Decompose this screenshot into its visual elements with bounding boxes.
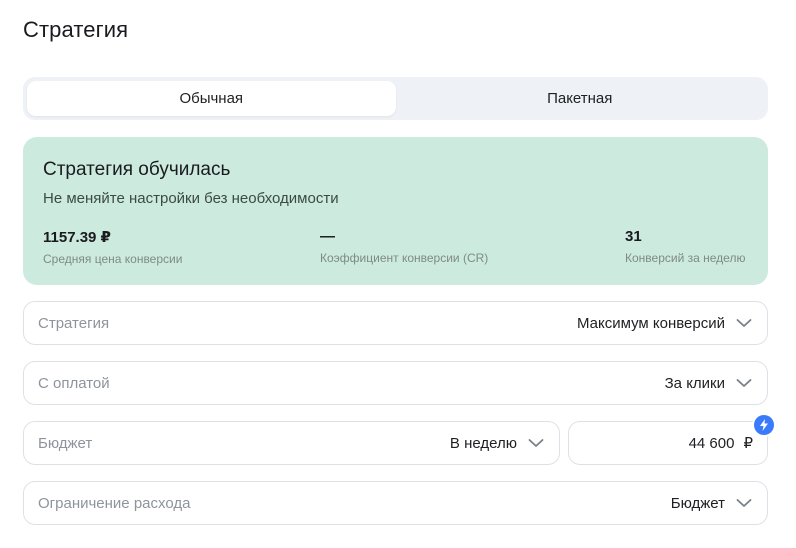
status-subtitle: Не меняйте настройки без необходимости bbox=[43, 190, 339, 207]
currency-symbol: ₽ bbox=[743, 435, 753, 452]
stat-conversion-rate: — Коэффициент конверсии (CR) bbox=[320, 228, 488, 265]
stat-value: 1157.39 ₽ bbox=[43, 229, 111, 246]
tab-batch[interactable]: Пакетная bbox=[396, 81, 765, 116]
stat-value: 31 bbox=[625, 228, 642, 245]
stat-avg-conversion-price: 1157.39 ₽ Средняя цена конверсии bbox=[43, 228, 182, 266]
strategy-status-card: Стратегия обучилась Не меняйте настройки… bbox=[23, 137, 768, 285]
budget-amount-input[interactable]: 44 600 ₽ bbox=[568, 421, 768, 465]
strategy-select-label: Стратегия bbox=[38, 314, 110, 332]
strategy-type-switch: Обычная Пакетная bbox=[23, 77, 768, 120]
payment-select[interactable]: С оплатой За клики bbox=[23, 361, 768, 405]
chevron-down-icon bbox=[527, 434, 545, 452]
stat-value: — bbox=[320, 228, 335, 245]
strategy-select[interactable]: Стратегия Максимум конверсий bbox=[23, 301, 768, 345]
strategy-select-value: Максимум конверсий bbox=[576, 314, 725, 332]
budget-select-label: Бюджет bbox=[38, 434, 93, 452]
status-title: Стратегия обучилась bbox=[43, 159, 231, 180]
stat-weekly-conversions: 31 Конверсий за неделю bbox=[625, 228, 745, 265]
budget-amount-value: 44 600 bbox=[688, 434, 735, 452]
stat-label: Конверсий за неделю bbox=[625, 251, 746, 265]
payment-select-label: С оплатой bbox=[38, 374, 110, 392]
spend-limit-label: Ограничение расхода bbox=[38, 494, 191, 512]
tab-regular[interactable]: Обычная bbox=[27, 81, 396, 116]
page-title: Стратегия bbox=[23, 17, 129, 42]
chevron-down-icon bbox=[735, 374, 753, 392]
chevron-down-icon bbox=[735, 314, 753, 332]
chevron-down-icon bbox=[735, 494, 753, 512]
budget-period-select[interactable]: Бюджет В неделю bbox=[23, 421, 560, 465]
budget-select-value: В неделю bbox=[449, 434, 517, 452]
lightning-icon[interactable] bbox=[754, 415, 774, 435]
stat-label: Коэффициент конверсии (CR) bbox=[320, 251, 489, 265]
spend-limit-value: Бюджет bbox=[670, 494, 725, 512]
payment-select-value: За клики bbox=[664, 374, 725, 392]
stat-label: Средняя цена конверсии bbox=[43, 252, 183, 266]
spend-limit-select[interactable]: Ограничение расхода Бюджет bbox=[23, 481, 768, 525]
